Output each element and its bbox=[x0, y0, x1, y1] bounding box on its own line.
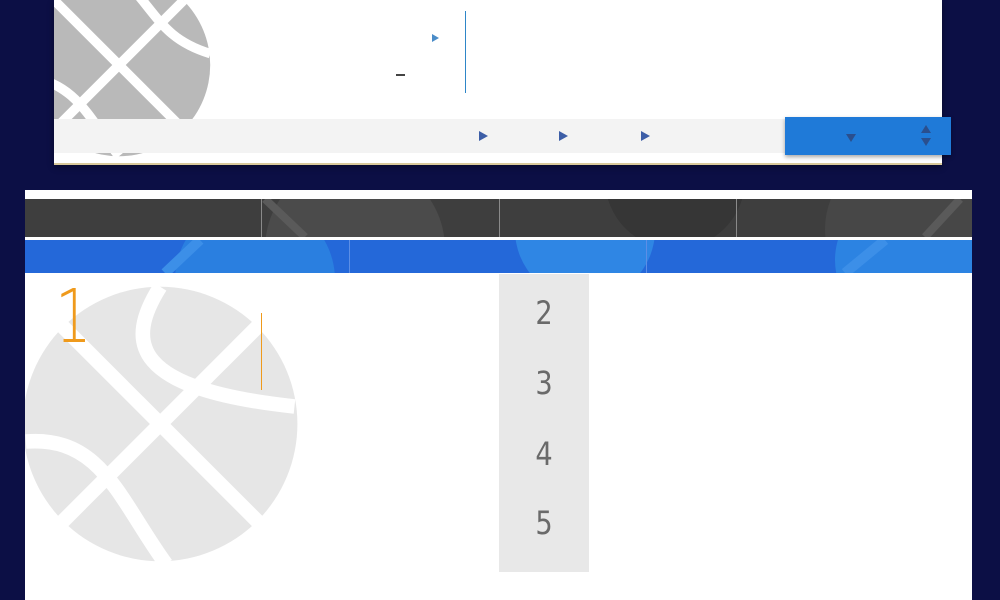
play-triangle-icon bbox=[559, 131, 568, 141]
spinner-up-icon[interactable] bbox=[921, 125, 931, 133]
spinner-down-icon[interactable] bbox=[921, 138, 931, 146]
nav-item-2[interactable] bbox=[559, 119, 619, 153]
sub-tab-bar bbox=[25, 240, 972, 273]
sub-tab-2[interactable] bbox=[350, 240, 647, 273]
featured-rank-number: 1 bbox=[55, 274, 92, 360]
tab-3[interactable] bbox=[500, 199, 737, 237]
small-play-icon[interactable] bbox=[432, 34, 439, 42]
dropdown-select[interactable] bbox=[785, 117, 951, 155]
sub-tab-1[interactable] bbox=[25, 240, 350, 273]
nav-item-3[interactable] bbox=[641, 119, 701, 153]
play-triangle-icon bbox=[479, 131, 488, 141]
nav-item-1[interactable] bbox=[479, 119, 539, 153]
tab-1[interactable] bbox=[25, 199, 262, 237]
featured-divider bbox=[261, 313, 262, 390]
vertical-divider bbox=[465, 11, 466, 93]
tab-2[interactable] bbox=[262, 199, 500, 237]
rank-number: 5 bbox=[535, 504, 553, 542]
dash-divider bbox=[396, 74, 405, 76]
rank-number: 3 bbox=[535, 364, 553, 402]
tab-4[interactable] bbox=[737, 199, 972, 237]
rankings-panel: 1 2 3 4 5 bbox=[25, 190, 972, 600]
sub-tab-3[interactable] bbox=[647, 240, 972, 273]
caret-down-icon bbox=[846, 134, 856, 142]
rank-number: 4 bbox=[535, 435, 553, 473]
nav-strip bbox=[54, 119, 785, 153]
rank-number: 2 bbox=[535, 294, 553, 332]
rank-column: 2 3 4 5 bbox=[499, 274, 589, 572]
tab-bar bbox=[25, 199, 972, 237]
play-triangle-icon bbox=[641, 131, 650, 141]
